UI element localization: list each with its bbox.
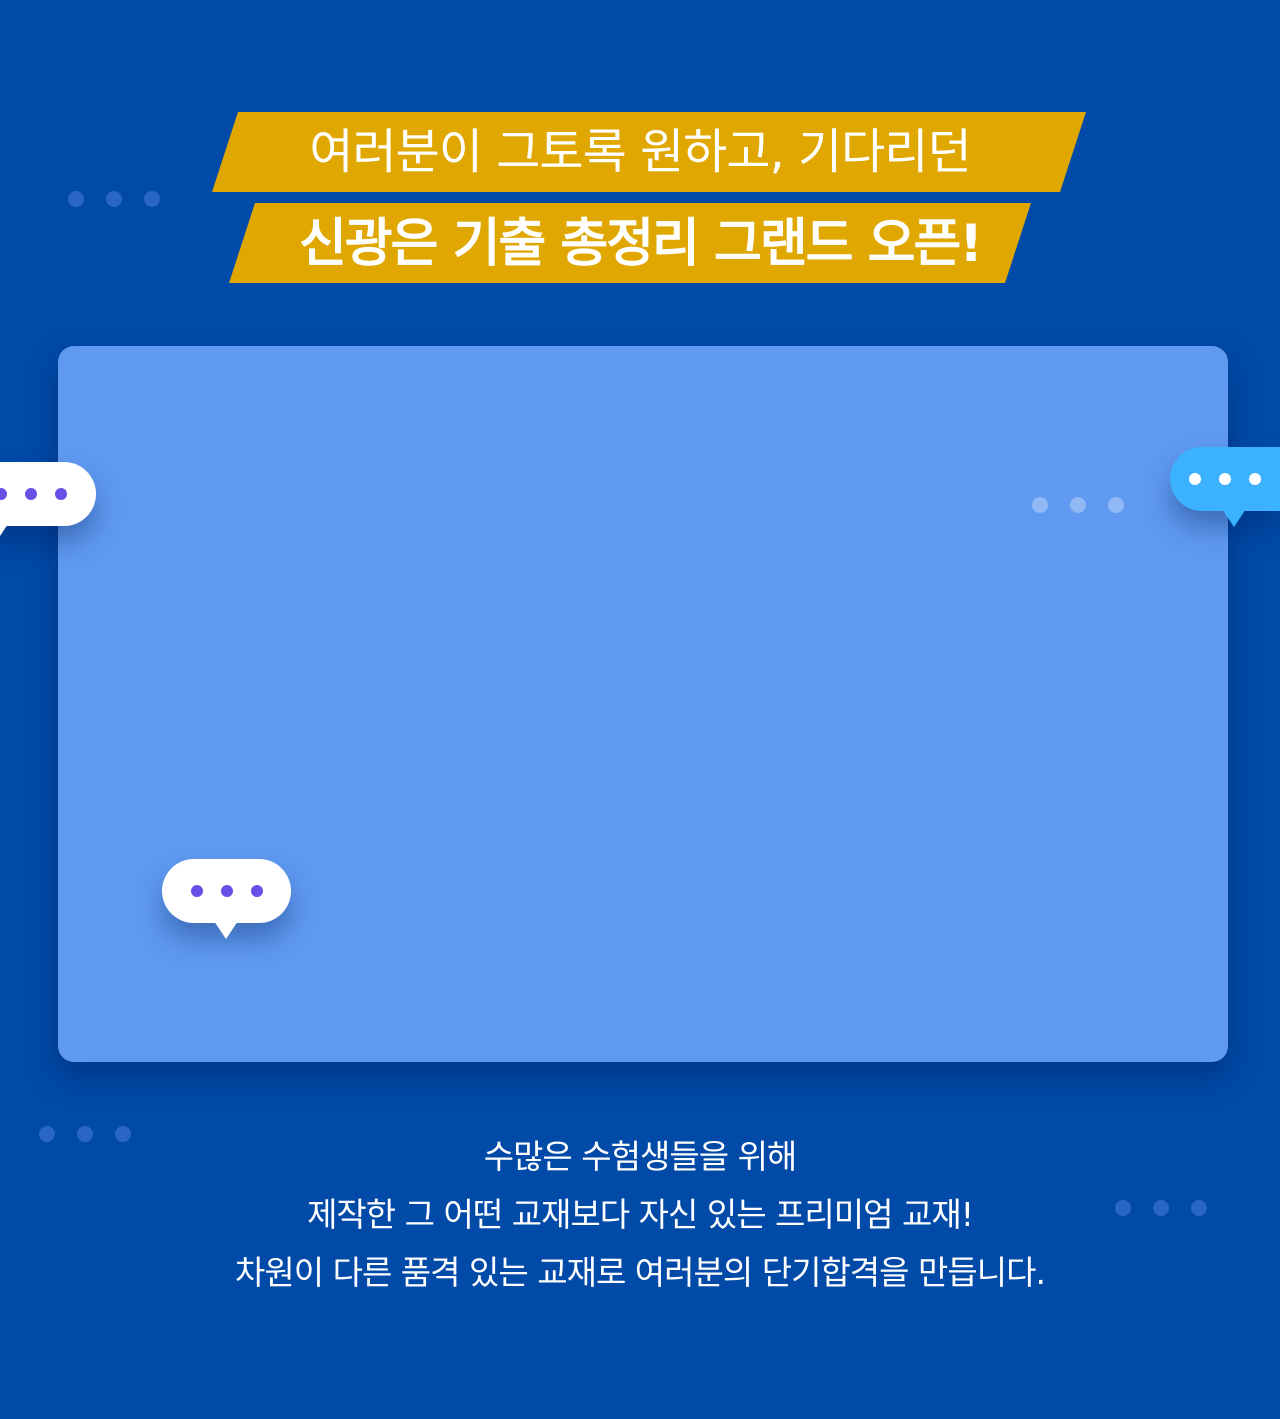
headline-line-1: 여러분이 그토록 원하고, 기다리던 — [309, 124, 971, 180]
ellipsis-dot-icon — [25, 488, 37, 500]
headline-line-2: 신광은 기출 총정리 그랜드 오픈! — [298, 214, 983, 274]
ellipsis-dot-icon — [190, 885, 203, 897]
description-line-3: 차원이 다른 품격 있는 교재로 여러분의 단기합격을 만듭니다. — [235, 1253, 1046, 1292]
chat-bubble-icon — [0, 462, 96, 542]
ellipsis-dot-icon — [1189, 473, 1201, 485]
ellipsis-dot-icon — [1249, 473, 1261, 485]
ellipsis-dot-icon — [1219, 473, 1231, 485]
chat-bubble-icon — [1170, 447, 1280, 527]
chat-bubble-icon — [162, 859, 291, 939]
decorative-dots-top-left — [68, 191, 160, 207]
description-text: 수많은 수험생들을 위해 제작한 그 어떤 교재보다 자신 있는 프리미엄 교재… — [0, 1128, 1280, 1302]
decorative-dots-panel — [1032, 497, 1124, 513]
description-line-1: 수많은 수험생들을 위해 — [483, 1137, 798, 1176]
ellipsis-dot-icon — [55, 488, 67, 500]
media-panel[interactable] — [58, 346, 1228, 1062]
ellipsis-dot-icon — [250, 885, 263, 897]
ellipsis-dot-icon — [220, 885, 233, 897]
description-line-2: 제작한 그 어떤 교재보다 자신 있는 프리미엄 교재! — [307, 1195, 974, 1234]
ellipsis-dot-icon — [0, 488, 7, 500]
